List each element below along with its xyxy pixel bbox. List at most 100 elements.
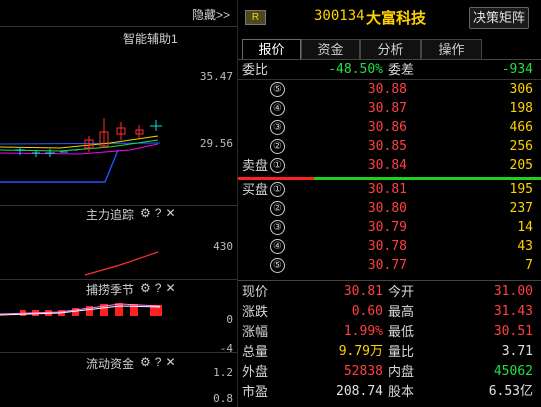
- y-axis-label: 29.56: [199, 137, 233, 150]
- order-price: 30.79: [367, 220, 407, 235]
- stat-label: 今开: [388, 284, 415, 299]
- order-volume: 198: [509, 101, 533, 116]
- gear-icon[interactable]: ⚙: [140, 281, 155, 295]
- main-indicator-label: 智能辅助1: [123, 32, 178, 46]
- stat-row: 市盈 208.74 股本 6.53亿: [238, 382, 541, 401]
- order-price: 30.85: [367, 139, 407, 154]
- level-icon: ①: [270, 182, 285, 197]
- help-icon[interactable]: ?: [155, 281, 166, 295]
- tab-quote[interactable]: 报价: [242, 39, 301, 60]
- order-volume: 7: [525, 258, 533, 273]
- stock-badge: R: [245, 10, 266, 25]
- order-price: 30.86: [367, 120, 407, 135]
- side-label: 买盘: [242, 182, 269, 197]
- order-volume: 205: [509, 158, 533, 173]
- order-price: 30.84: [367, 158, 407, 173]
- stat-label: 量比: [388, 344, 415, 359]
- panel-label: 流动资金: [86, 357, 135, 371]
- order-book-row: ⑤ 30.77 7: [238, 256, 541, 275]
- order-price: 30.80: [367, 201, 407, 216]
- close-icon[interactable]: ✕: [165, 281, 179, 295]
- y-axis-label: 1.2: [213, 366, 233, 379]
- order-volume: 14: [517, 220, 533, 235]
- y-axis-label: -4: [219, 342, 233, 355]
- level-icon: ③: [270, 120, 285, 135]
- y-axis-label: 0.8: [213, 392, 233, 405]
- panel-label: 捕捞季节: [86, 283, 135, 297]
- panel-controls[interactable]: ⚙?✕: [140, 281, 180, 295]
- order-book-row: ③ 30.86 466: [238, 118, 541, 137]
- stat-label: 涨幅: [242, 324, 269, 339]
- stat-value: 30.51: [493, 324, 533, 339]
- stat-row: 涨幅 1.99% 最低 30.51: [238, 322, 541, 341]
- level-icon: ②: [270, 139, 285, 154]
- stat-value: 9.79万: [338, 344, 383, 359]
- stat-label: 涨跌: [242, 304, 269, 319]
- weicha-value: -934: [501, 62, 533, 77]
- weibi-value: -48.50%: [328, 62, 383, 77]
- level-icon: ②: [270, 201, 285, 216]
- order-price: 30.77: [367, 258, 407, 273]
- stat-value: 0.60: [351, 304, 383, 319]
- candlestick-chart: [0, 118, 162, 183]
- panel3-bar-chart: [0, 303, 162, 316]
- stat-row: 外盘 52838 内盘 45062: [238, 362, 541, 381]
- tab-analysis[interactable]: 分析: [360, 39, 421, 60]
- order-book-row: ② 30.85 256: [238, 137, 541, 156]
- stock-code: 300134: [314, 8, 365, 24]
- tab-funds[interactable]: 资金: [301, 39, 360, 60]
- panel2-line-chart: [84, 251, 159, 276]
- stat-label: 总量: [242, 344, 269, 359]
- stat-value: 1.99%: [343, 324, 383, 339]
- y-axis-label: 35.47: [199, 70, 233, 83]
- level-icon: ⑤: [270, 258, 285, 273]
- tab-operation[interactable]: 操作: [421, 39, 482, 60]
- stat-label: 最低: [388, 324, 415, 339]
- collapse-button[interactable]: 隐藏>>: [192, 6, 230, 23]
- stat-value: 30.81: [343, 284, 383, 299]
- close-icon[interactable]: ✕: [165, 206, 179, 220]
- stat-value: 31.43: [493, 304, 533, 319]
- stat-row: 总量 9.79万 量比 3.71: [238, 342, 541, 361]
- stat-row: 涨跌 0.60 最高 31.43: [238, 302, 541, 321]
- help-icon[interactable]: ?: [155, 206, 166, 220]
- stat-row: 现价 30.81 今开 31.00: [238, 282, 541, 301]
- order-price: 30.88: [367, 82, 407, 97]
- stat-value: 31.00: [493, 284, 533, 299]
- order-price: 30.78: [367, 239, 407, 254]
- close-icon[interactable]: ✕: [165, 355, 179, 369]
- gear-icon[interactable]: ⚙: [140, 206, 155, 220]
- level-icon: ③: [270, 220, 285, 235]
- chart-area[interactable]: 隐藏>> 智能辅助1 35.47 29.56 主力追踪 ⚙?✕ 430 捕捞季节…: [0, 0, 238, 407]
- gear-icon[interactable]: ⚙: [140, 355, 155, 369]
- decision-matrix-button[interactable]: 决策矩阵: [469, 7, 529, 29]
- order-volume: 43: [517, 239, 533, 254]
- panel-controls[interactable]: ⚙?✕: [140, 206, 180, 220]
- order-book-row: ② 30.80 237: [238, 199, 541, 218]
- stat-value: 52838: [343, 364, 383, 379]
- y-axis-label: 0: [226, 313, 233, 326]
- order-volume: 195: [509, 182, 533, 197]
- stat-label: 现价: [242, 284, 269, 299]
- order-book-row: 卖盘 ① 30.84 205: [238, 156, 541, 175]
- order-book-row: ④ 30.78 43: [238, 237, 541, 256]
- order-volume: 306: [509, 82, 533, 97]
- stat-label: 内盘: [388, 364, 415, 379]
- side-label: 卖盘: [242, 158, 269, 173]
- weicha-label: 委差: [388, 62, 415, 77]
- order-book-row: ⑤ 30.88 306: [238, 80, 541, 99]
- stat-label: 市盈: [242, 384, 269, 399]
- help-icon[interactable]: ?: [155, 355, 166, 369]
- stat-label: 外盘: [242, 364, 269, 379]
- order-volume: 466: [509, 120, 533, 135]
- order-volume: 256: [509, 139, 533, 154]
- quote-panel: R 300134 大富科技 决策矩阵 报价 资金 分析 操作 委比 -48.50…: [238, 0, 541, 407]
- level-icon: ⑤: [270, 82, 285, 97]
- order-price: 30.81: [367, 182, 407, 197]
- stat-value: 3.71: [501, 344, 533, 359]
- level-icon: ①: [270, 158, 285, 173]
- order-book-row: 买盘 ① 30.81 195: [238, 180, 541, 199]
- order-volume: 237: [509, 201, 533, 216]
- weibi-row: 委比 -48.50% 委差 -934: [238, 60, 541, 79]
- panel-controls[interactable]: ⚙?✕: [140, 355, 180, 369]
